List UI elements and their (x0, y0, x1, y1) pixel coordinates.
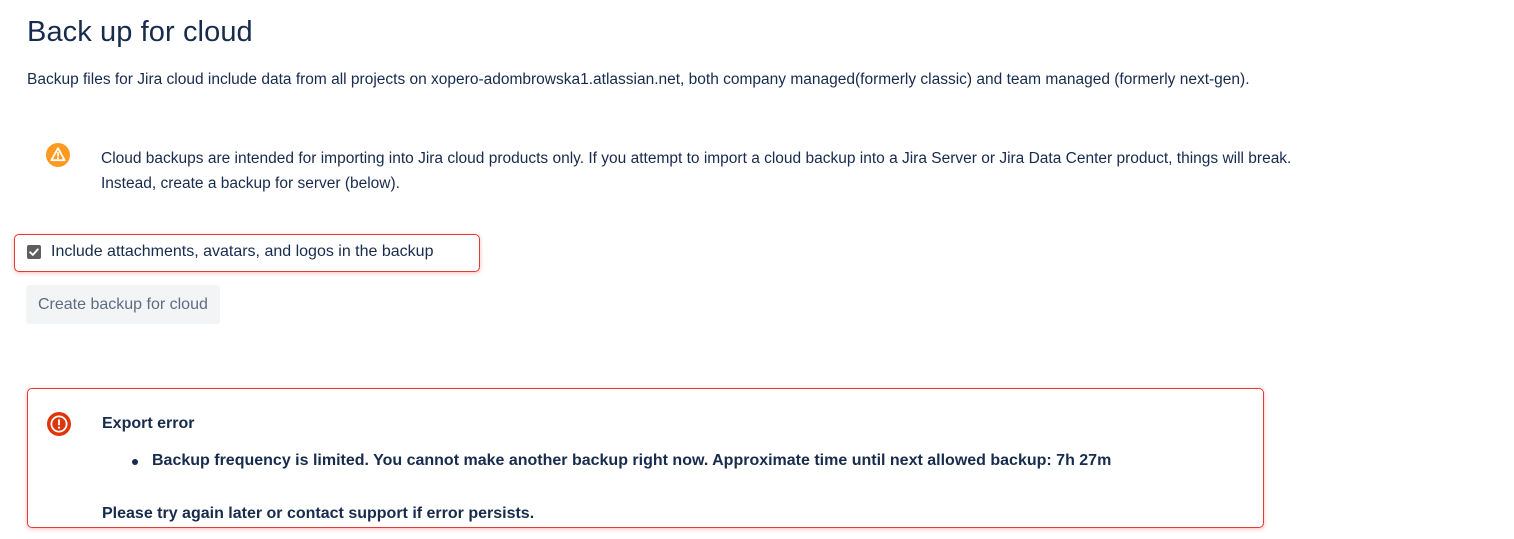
error-list: Backup frequency is limited. You cannot … (132, 452, 1111, 470)
create-backup-for-cloud-button[interactable]: Create backup for cloud (26, 285, 220, 324)
error-icon (47, 412, 71, 436)
include-attachments-label[interactable]: Include attachments, avatars, and logos … (51, 243, 433, 261)
warning-text: Cloud backups are intended for importing… (101, 146, 1501, 196)
error-list-item: Backup frequency is limited. You cannot … (132, 452, 1111, 470)
export-error-message: Export error Backup frequency is limited… (27, 388, 1264, 528)
warning-icon (46, 143, 70, 167)
include-attachments-option[interactable]: Include attachments, avatars, and logos … (14, 234, 480, 272)
error-footer: Please try again later or contact suppor… (102, 505, 535, 522)
warning-text-line-1: Cloud backups are intended for importing… (101, 150, 1292, 167)
page-title: Back up for cloud (27, 16, 253, 48)
backup-page: Back up for cloud Backup files for Jira … (0, 0, 1514, 539)
check-icon (29, 248, 39, 256)
error-title: Export error (102, 415, 195, 432)
warning-text-line-2: Instead, create a backup for server (bel… (101, 175, 400, 192)
page-description: Backup files for Jira cloud include data… (27, 71, 1250, 88)
include-attachments-checkbox[interactable] (27, 245, 41, 259)
